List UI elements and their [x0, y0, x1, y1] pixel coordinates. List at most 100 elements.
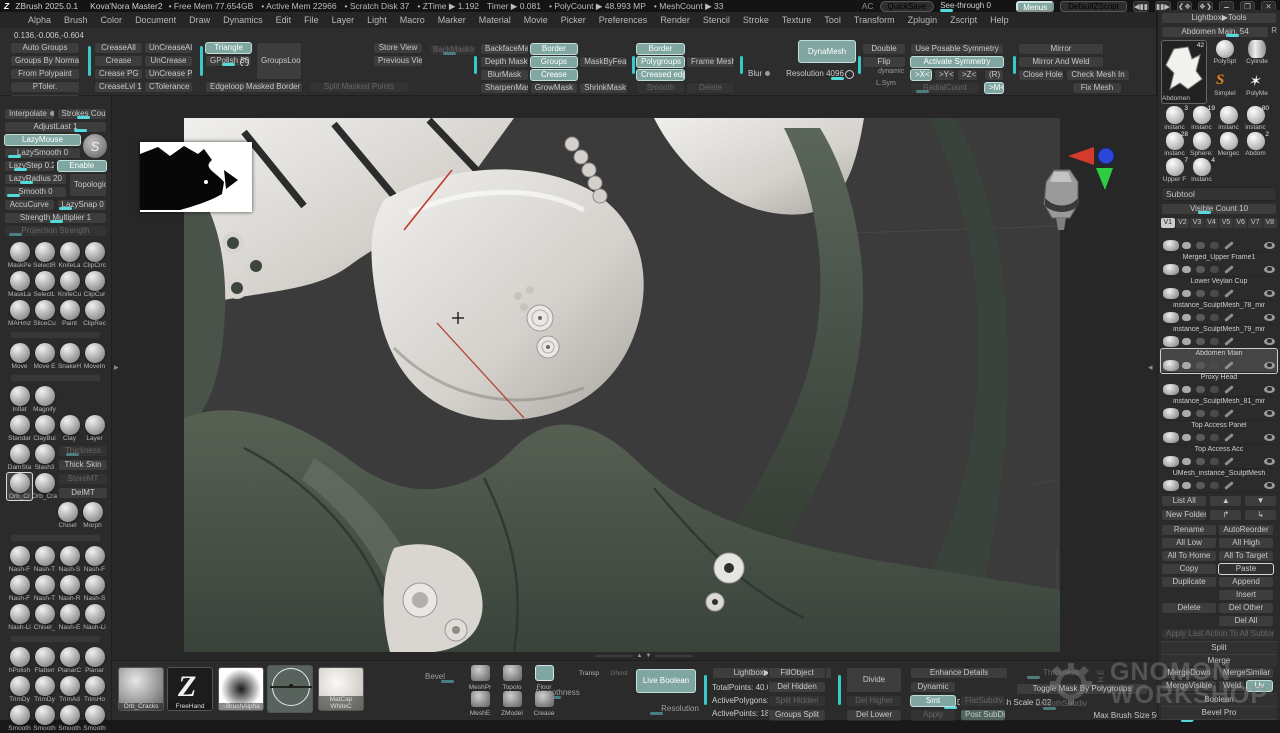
brush-item[interactable]: Slash3: [32, 444, 57, 471]
displacement-toggle-icon[interactable]: [1210, 314, 1219, 321]
version-tab[interactable]: V8: [1263, 218, 1277, 228]
see-through-slider[interactable]: See-through 0: [940, 1, 1010, 12]
brush-item[interactable]: hPolish: [7, 647, 32, 674]
subtool-thumbnail[interactable]: [1163, 264, 1179, 275]
polypaint-toggle-icon[interactable]: [1182, 314, 1191, 321]
tool-item[interactable]: 28instanc: [1161, 132, 1188, 157]
lazysnap-slider[interactable]: LazySnap 0: [57, 199, 108, 211]
brush-item[interactable]: Orb_Cra: [32, 473, 57, 500]
paint-toggle-icon[interactable]: [1224, 241, 1234, 250]
brush-item[interactable]: Nash-Li: [82, 604, 107, 631]
subtool-action-button[interactable]: All To Home: [1161, 550, 1217, 562]
brush-item[interactable]: MaskPe: [7, 242, 32, 269]
blur-toggle[interactable]: Blur: [744, 68, 772, 80]
brush-item[interactable]: Nash-S: [82, 575, 107, 602]
subtool-row[interactable]: Abdomen Main: [1161, 349, 1277, 373]
eye-icon[interactable]: [1264, 338, 1275, 345]
menu-item[interactable]: Zplugin: [908, 15, 938, 25]
live-boolean-button[interactable]: Live Boolean: [636, 669, 696, 693]
brush-item[interactable]: Nash-F: [7, 546, 32, 573]
shelf-button[interactable]: GrowMask: [530, 82, 579, 94]
brush-item[interactable]: Clay: [57, 415, 82, 442]
subtool-row[interactable]: instance_SculptMesh_81_mir: [1161, 397, 1277, 421]
brush-item[interactable]: ClipRec: [82, 300, 107, 327]
version-tab[interactable]: V2: [1176, 218, 1190, 228]
mode-icon-button[interactable]: ZModel: [497, 691, 527, 717]
version-tab[interactable]: V3: [1190, 218, 1204, 228]
subtool-action-button[interactable]: All High: [1218, 537, 1274, 549]
subtool-action-button[interactable]: Delete: [1161, 602, 1217, 614]
subtool-thumbnail[interactable]: [1163, 384, 1179, 395]
visible-count-slider[interactable]: Visible Count 10: [1161, 203, 1277, 215]
lazysmooth-slider[interactable]: LazySmooth 0: [4, 147, 81, 159]
shelf-button[interactable]: BackfaceMask: [480, 43, 529, 55]
polypaint-toggle-icon[interactable]: [1182, 434, 1191, 441]
version-tab[interactable]: V5: [1219, 218, 1233, 228]
subtool-action-button[interactable]: All To Target: [1218, 550, 1274, 562]
uv-toggle-icon[interactable]: [1196, 242, 1205, 249]
paint-toggle-icon[interactable]: [1224, 337, 1234, 346]
mode-icon-button[interactable]: MeshE: [465, 691, 495, 717]
subtool-row[interactable]: instance_SculptMesh_78_mir: [1161, 301, 1277, 325]
brush-item[interactable]: Nash-T: [32, 546, 57, 573]
polypaint-toggle-icon[interactable]: [1182, 458, 1191, 465]
polypaint-toggle-icon[interactable]: [1182, 242, 1191, 249]
brush-item[interactable]: TrimHo: [82, 676, 107, 703]
menu-item[interactable]: Light: [367, 15, 387, 25]
tool-item[interactable]: 7Upper F: [1161, 158, 1188, 183]
subtool-row[interactable]: UMesh_instance_SculptMesh: [1161, 469, 1277, 493]
ghost-button[interactable]: Ghost: [604, 667, 634, 677]
displacement-toggle-icon[interactable]: [1210, 482, 1219, 489]
tool-item[interactable]: 3instanc: [1161, 106, 1188, 131]
move-up-button[interactable]: ▲: [1209, 495, 1242, 507]
shelf-button[interactable]: SharpenMask: [480, 82, 529, 94]
menu-item[interactable]: Material: [479, 15, 511, 25]
polypaint-toggle-icon[interactable]: [1182, 482, 1191, 489]
pager-down-icon[interactable]: ▼: [646, 653, 652, 659]
subtool-action-button[interactable]: Uv: [1246, 680, 1273, 692]
topological-button[interactable]: Topological: [69, 173, 107, 197]
subtool-action-button[interactable]: MergeDown: [1161, 667, 1217, 679]
menu-item[interactable]: Texture: [782, 15, 812, 25]
displacement-toggle-icon[interactable]: [1210, 266, 1219, 273]
brush-item[interactable]: SnakeH: [57, 343, 82, 370]
brush-item[interactable]: Nash-F: [7, 575, 32, 602]
polypaint-toggle-icon[interactable]: [1182, 290, 1191, 297]
resolution-slider[interactable]: Resolution 4096: [774, 68, 856, 80]
brush-item[interactable]: KnifeLa: [57, 242, 82, 269]
alpha-thumbnail[interactable]: ~BrushAlpha: [218, 667, 264, 711]
shelf-button[interactable]: Polygroups: [636, 56, 685, 68]
paint-toggle-icon[interactable]: [1224, 433, 1234, 442]
brush-item[interactable]: SliceCu: [32, 300, 57, 327]
shelf-button[interactable]: Border: [530, 43, 579, 55]
lightbox-tools-button[interactable]: Lightbox▶Tools: [1161, 12, 1277, 24]
radial-count-slider[interactable]: RadialCount: [910, 82, 980, 94]
brush-item[interactable]: Inflat: [7, 386, 32, 413]
gpolish-slider[interactable]: GPolish 50: [205, 55, 252, 67]
camera-head-gizmo[interactable]: [1038, 164, 1084, 234]
subtool-action-button[interactable]: Duplicate: [1161, 576, 1217, 588]
mirror-and-weld-button[interactable]: Mirror And Weld: [1018, 56, 1104, 68]
brush-item[interactable]: Standar: [7, 415, 32, 442]
triangle-button[interactable]: Triangle: [205, 42, 252, 54]
projection-strength-slider[interactable]: Projection Strength: [4, 225, 107, 237]
eye-icon[interactable]: [1264, 410, 1275, 417]
new-folder-button[interactable]: New Folder: [1161, 509, 1207, 521]
subtool-row[interactable]: Lower Veylan Cup: [1161, 277, 1277, 301]
dynamic-subdiv-button[interactable]: Dynamic: [910, 681, 956, 693]
uv-toggle-icon[interactable]: [1196, 458, 1205, 465]
menu-item[interactable]: Help: [990, 15, 1009, 25]
tool-item[interactable]: SimpleI: [1209, 72, 1241, 103]
brush-item[interactable]: SelectL: [32, 271, 57, 298]
sym-x-button[interactable]: >X<: [910, 69, 932, 81]
uv-toggle-icon[interactable]: [1196, 386, 1205, 393]
subtool-action-button[interactable]: Weld: [1218, 680, 1245, 692]
brush-item[interactable]: Paint: [57, 300, 82, 327]
uv-toggle-icon[interactable]: [1196, 434, 1205, 441]
paint-toggle-icon[interactable]: [1224, 481, 1234, 490]
tool-slider[interactable]: Abdomen Main. 54: [1161, 26, 1269, 38]
eye-icon[interactable]: [1264, 386, 1275, 393]
subtool-thumbnail[interactable]: [1163, 336, 1179, 347]
subtool-action-button[interactable]: Split: [1161, 641, 1277, 654]
menu-item[interactable]: Render: [660, 15, 690, 25]
